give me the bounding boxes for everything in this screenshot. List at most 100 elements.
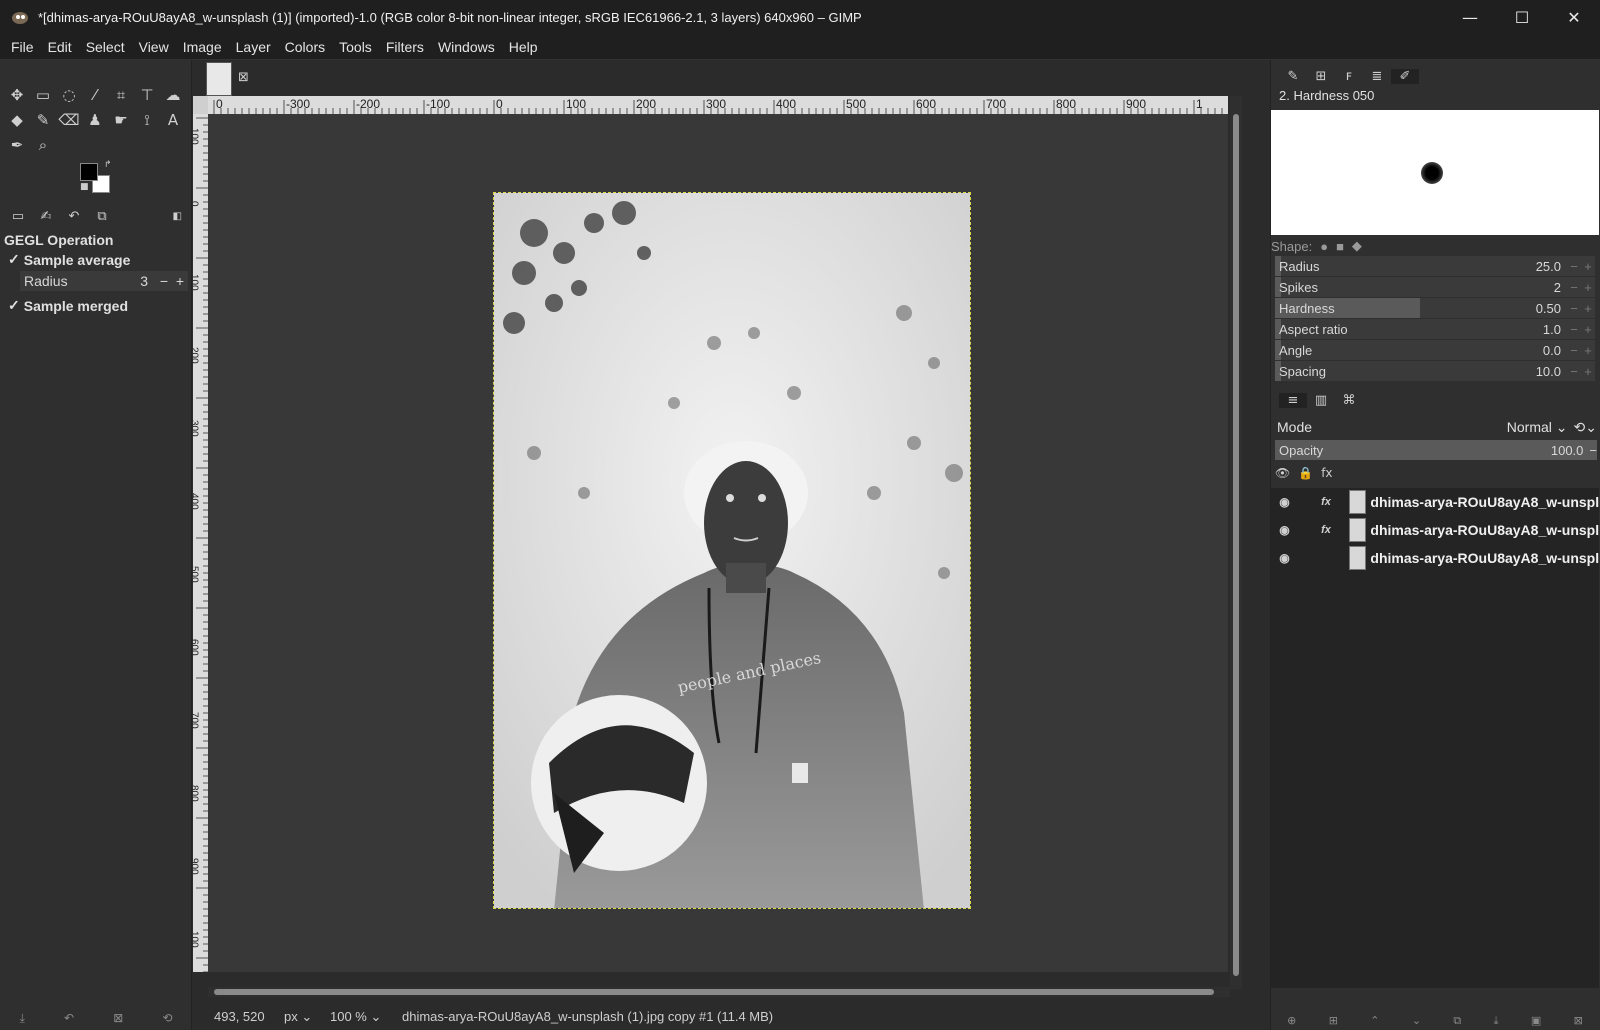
- maximize-button[interactable]: ☐: [1496, 0, 1548, 34]
- param-value[interactable]: 0.50: [1507, 301, 1567, 316]
- layer-name[interactable]: dhimas-arya-ROuU8ayA8_w-unspla: [1370, 494, 1599, 510]
- param-decrement-button[interactable]: −: [1567, 364, 1581, 379]
- shape-circle-icon[interactable]: ●: [1320, 239, 1328, 254]
- image-tab-thumbnail[interactable]: [206, 62, 232, 96]
- fuzzy-select-icon[interactable]: ⁄: [82, 82, 108, 107]
- shape-square-icon[interactable]: ■: [1336, 239, 1344, 254]
- paintbrush-icon[interactable]: ✎: [30, 107, 56, 132]
- visibility-header-icon[interactable]: 👁: [1275, 466, 1290, 480]
- menu-edit[interactable]: Edit: [41, 39, 79, 55]
- reset-colors-icon[interactable]: ■: [80, 182, 89, 192]
- eye-icon[interactable]: ◉: [1271, 523, 1298, 537]
- brush-param-angle[interactable]: Angle 0.0− +: [1275, 340, 1595, 360]
- fonts-tab-icon[interactable]: ꜰ: [1335, 69, 1363, 84]
- new-layer-icon[interactable]: ⊕: [1287, 1014, 1296, 1028]
- brush-editor-tab-icon[interactable]: ✐: [1391, 68, 1419, 84]
- menu-image[interactable]: Image: [176, 39, 229, 55]
- menu-colors[interactable]: Colors: [278, 39, 332, 55]
- vertical-scroll-thumb[interactable]: [1233, 114, 1239, 976]
- horizontal-scrollbar[interactable]: [208, 987, 1230, 997]
- delete-layer-icon[interactable]: ⊠: [1574, 1014, 1583, 1028]
- reset-options-icon[interactable]: ⟲: [162, 1011, 172, 1026]
- lower-layer-icon[interactable]: ⌄: [1412, 1014, 1421, 1028]
- menu-select[interactable]: Select: [79, 39, 132, 55]
- eye-icon[interactable]: ◉: [1271, 495, 1298, 509]
- mask-layer-icon[interactable]: ▣: [1531, 1014, 1541, 1028]
- minimize-button[interactable]: —: [1444, 0, 1496, 34]
- menu-help[interactable]: Help: [502, 39, 545, 55]
- vertical-scrollbar[interactable]: [1230, 96, 1242, 989]
- delete-options-icon[interactable]: ⊠: [113, 1011, 123, 1026]
- opacity-slider[interactable]: Opacity 100.0 −: [1275, 440, 1597, 460]
- document-history-tab-icon[interactable]: ≣: [1363, 69, 1391, 84]
- clone-icon[interactable]: ♟: [82, 107, 108, 132]
- param-decrement-button[interactable]: −: [1567, 259, 1581, 274]
- brush-param-aspect-ratio[interactable]: Aspect ratio 1.0− +: [1275, 319, 1595, 339]
- param-increment-button[interactable]: +: [1581, 259, 1595, 274]
- sample-merged-checkbox[interactable]: ✓ Sample merged: [8, 297, 128, 314]
- eraser-icon[interactable]: ⌫: [56, 107, 82, 132]
- radius-increment-button[interactable]: +: [172, 273, 188, 289]
- param-increment-button[interactable]: +: [1581, 322, 1595, 337]
- save-options-icon[interactable]: ⤓: [20, 1011, 25, 1026]
- merge-layer-icon[interactable]: ⤓: [1494, 1014, 1499, 1028]
- transform-icon[interactable]: ⊤: [134, 82, 160, 107]
- horizontal-scroll-thumb[interactable]: [214, 989, 1214, 995]
- paths-tab-icon[interactable]: ⌘: [1335, 393, 1363, 408]
- vertical-ruler[interactable]: 100 0 100 200 300 400 500 600 700 800 900 100: [193, 114, 208, 972]
- fx-icon[interactable]: fx: [1298, 524, 1349, 536]
- layer-row[interactable]: ◉ fx dhimas-arya-ROuU8ayA8_w-unspla: [1271, 488, 1599, 516]
- ruler-corner[interactable]: [193, 96, 208, 114]
- param-value[interactable]: 10.0: [1507, 364, 1567, 379]
- lasso-icon[interactable]: ◌: [56, 82, 82, 107]
- fx-icon[interactable]: fx: [1298, 496, 1349, 508]
- param-value[interactable]: 2: [1507, 280, 1567, 295]
- panel-divider[interactable]: [1244, 60, 1270, 1030]
- text-icon[interactable]: A: [160, 107, 186, 132]
- brush-param-spikes[interactable]: Spikes 2− +: [1275, 277, 1595, 297]
- eye-icon[interactable]: ◉: [1271, 551, 1298, 565]
- param-decrement-button[interactable]: −: [1567, 322, 1581, 337]
- raise-layer-icon[interactable]: ⌃: [1370, 1014, 1379, 1028]
- rect-select-icon[interactable]: ▭: [30, 82, 56, 107]
- layers-tab-icon[interactable]: ≡: [1279, 392, 1307, 408]
- layer-row[interactable]: ◉ dhimas-arya-ROuU8ayA8_w-unspla: [1271, 544, 1599, 572]
- brush-param-hardness[interactable]: Hardness 0.50− +: [1275, 298, 1595, 318]
- layer-row[interactable]: ◉ fx dhimas-arya-ROuU8ayA8_w-unspla: [1271, 516, 1599, 544]
- foreground-color-swatch[interactable]: [80, 163, 98, 181]
- radius-value[interactable]: 3: [116, 273, 156, 289]
- opacity-decrement-button[interactable]: −: [1589, 443, 1597, 458]
- param-increment-button[interactable]: +: [1581, 364, 1595, 379]
- unit-select[interactable]: px ⌄: [274, 1009, 320, 1025]
- param-decrement-button[interactable]: −: [1567, 343, 1581, 358]
- new-group-icon[interactable]: ⊞: [1329, 1014, 1338, 1028]
- color-picker-icon[interactable]: ✒: [4, 132, 30, 157]
- menu-tools[interactable]: Tools: [332, 39, 379, 55]
- zoom-select[interactable]: 100 % ⌄: [320, 1009, 394, 1025]
- menu-layer[interactable]: Layer: [229, 39, 278, 55]
- move-icon[interactable]: ✥: [4, 82, 30, 107]
- close-button[interactable]: ✕: [1548, 0, 1600, 34]
- warp-icon[interactable]: ☁: [160, 82, 186, 107]
- radius-field[interactable]: Radius 3 − +: [20, 271, 188, 291]
- patterns-tab-icon[interactable]: ⊞: [1307, 69, 1335, 84]
- channels-tab-icon[interactable]: ▥: [1307, 393, 1335, 408]
- menu-windows[interactable]: Windows: [431, 39, 502, 55]
- swap-colors-icon[interactable]: ↱: [104, 160, 112, 170]
- layer-name[interactable]: dhimas-arya-ROuU8ayA8_w-unspla: [1370, 550, 1599, 566]
- lock-header-icon[interactable]: 🔒: [1298, 466, 1313, 480]
- restore-options-icon[interactable]: ↶: [64, 1011, 74, 1026]
- smudge-icon[interactable]: ☛: [108, 107, 134, 132]
- radius-decrement-button[interactable]: −: [156, 273, 172, 289]
- param-increment-button[interactable]: +: [1581, 301, 1595, 316]
- param-value[interactable]: 25.0: [1507, 259, 1567, 274]
- bucket-fill-icon[interactable]: ◆: [4, 107, 30, 132]
- brushes-tab-icon[interactable]: ✎: [1279, 69, 1307, 84]
- close-image-icon[interactable]: ⊠: [238, 70, 249, 85]
- configure-tab-icon[interactable]: ◧: [173, 211, 182, 222]
- param-decrement-button[interactable]: −: [1567, 280, 1581, 295]
- param-value[interactable]: 1.0: [1507, 322, 1567, 337]
- crop-icon[interactable]: ⌗: [108, 82, 134, 107]
- undo-history-tab-icon[interactable]: ↶: [60, 209, 88, 224]
- device-status-tab-icon[interactable]: ✍: [32, 209, 60, 224]
